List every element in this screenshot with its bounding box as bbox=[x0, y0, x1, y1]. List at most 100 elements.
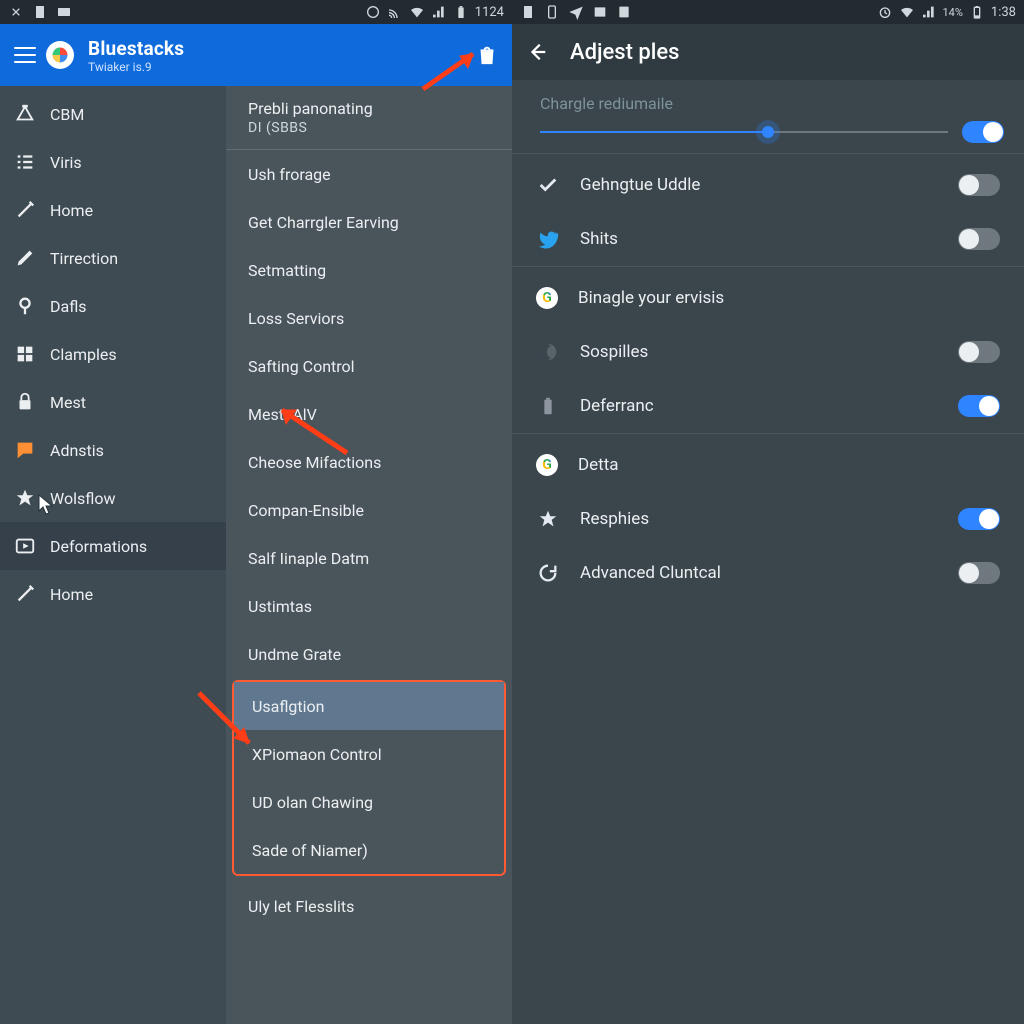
settings-row-sospilles[interactable]: Sospilles bbox=[512, 325, 1024, 379]
sidebar-item-deformations[interactable]: Deformations bbox=[0, 522, 226, 570]
separator bbox=[512, 266, 1024, 267]
play-icon bbox=[14, 535, 36, 557]
menu-item[interactable]: Uly let Flesslits bbox=[226, 882, 512, 930]
sidebar-item-tirrection[interactable]: Tirrection bbox=[0, 234, 226, 282]
status-battery-icon bbox=[453, 4, 469, 20]
status-alarm-icon bbox=[877, 4, 893, 20]
statusbar-right: 14% 1:38 bbox=[512, 0, 1024, 24]
slider-toggle[interactable] bbox=[962, 121, 1004, 143]
status-battery2-icon bbox=[969, 4, 985, 20]
sidebar-item-clamples[interactable]: Clamples bbox=[0, 330, 226, 378]
menu-item[interactable]: UD olan Chawing bbox=[234, 778, 504, 826]
app-subtitle: Twiaker is.9 bbox=[88, 60, 184, 74]
wand-icon bbox=[14, 583, 36, 605]
separator bbox=[512, 153, 1024, 154]
sidebar-item-mest[interactable]: Mest bbox=[0, 378, 226, 426]
toggle[interactable] bbox=[958, 228, 1000, 250]
toggle[interactable] bbox=[958, 341, 1000, 363]
row-label: Advanced Cluntcal bbox=[580, 563, 938, 583]
sidebar-item-home[interactable]: Home bbox=[0, 186, 226, 234]
menu-item[interactable]: Salf Iinaple Datm bbox=[226, 534, 512, 582]
check-icon bbox=[536, 173, 560, 197]
grid-icon bbox=[14, 343, 36, 365]
right-screenshot: 14% 1:38 Adjest ples Chargle rediumaile bbox=[512, 0, 1024, 1024]
back-icon[interactable] bbox=[526, 41, 548, 63]
sidebar-item-label: Home bbox=[50, 201, 93, 220]
cursor-icon bbox=[36, 493, 56, 517]
status-phone-icon bbox=[544, 4, 560, 20]
toggle[interactable] bbox=[958, 508, 1000, 530]
lock-icon bbox=[14, 391, 36, 413]
slider-label: Chargle rediumaile bbox=[540, 94, 1004, 113]
row-label: Binagle your ervisis bbox=[578, 288, 1000, 308]
status-cast-icon bbox=[387, 4, 403, 20]
row-label: Deferranc bbox=[580, 396, 938, 416]
google-icon: G bbox=[536, 287, 558, 309]
sidebar: CBM Viris Home TirrectionDaflsClamplesMest A… bbox=[0, 86, 226, 1024]
menu-header-sub: DI (SBBS bbox=[248, 120, 307, 136]
menu-item[interactable]: Setmatting bbox=[226, 246, 512, 294]
bag-icon[interactable] bbox=[476, 44, 498, 66]
row-label: Resphies bbox=[580, 509, 938, 529]
settings-title: Adjest ples bbox=[570, 40, 679, 65]
settings-row-advanced-cluntcal[interactable]: Advanced Cluntcal bbox=[512, 546, 1024, 600]
menu-item[interactable]: Sade of Niamer) bbox=[234, 826, 504, 874]
brightness-slider[interactable] bbox=[540, 122, 948, 142]
hamburger-icon[interactable] bbox=[14, 47, 36, 63]
menu-item[interactable]: Loss Serviors bbox=[226, 294, 512, 342]
menu-item[interactable]: XPiomaon Control bbox=[234, 730, 504, 778]
star-icon bbox=[14, 487, 36, 509]
menu-highlight-box: UsaflgtionXPiomaon ControlUD olan Chawin… bbox=[232, 680, 506, 876]
sidebar-item-label: Viris bbox=[50, 153, 82, 172]
menu-panel: Prebli panonatingDI (SBBSUsh frorageGet … bbox=[226, 86, 512, 1024]
sidebar-item-cbm[interactable]: CBM bbox=[0, 90, 226, 138]
pen-icon bbox=[14, 247, 36, 269]
menu-item[interactable]: Undme Grate bbox=[226, 630, 512, 678]
status-plane-icon bbox=[568, 4, 584, 20]
chat-icon bbox=[14, 439, 36, 461]
wand-icon bbox=[14, 199, 36, 221]
menu-item[interactable]: Safting Control bbox=[226, 342, 512, 390]
list-icon bbox=[14, 151, 36, 173]
star-icon bbox=[536, 507, 560, 531]
sidebar-item-wolsflow[interactable]: Wolsflow bbox=[0, 474, 226, 522]
menu-item[interactable]: Compan-Ensible bbox=[226, 486, 512, 534]
status-doc-icon bbox=[32, 4, 48, 20]
status-card-icon bbox=[56, 4, 72, 20]
settings-row-resphies[interactable]: Resphies bbox=[512, 492, 1024, 546]
menu-header[interactable]: Prebli panonatingDI (SBBS bbox=[226, 86, 512, 150]
status-img-icon bbox=[592, 4, 608, 20]
settings-row-binagle-your-ervisis[interactable]: G Binagle your ervisis bbox=[512, 271, 1024, 325]
settings-appbar: Adjest ples bbox=[512, 24, 1024, 80]
menu-item[interactable]: Get Charrgler Earving bbox=[226, 198, 512, 246]
row-label: Sospilles bbox=[580, 342, 938, 362]
toggle[interactable] bbox=[958, 562, 1000, 584]
status-time2: 1:38 bbox=[991, 5, 1016, 20]
sidebar-item-label: Wolsflow bbox=[50, 489, 115, 508]
menu-item[interactable]: Ush frorage bbox=[226, 150, 512, 198]
menu-item[interactable]: Ustimtas bbox=[226, 582, 512, 630]
sidebar-item-label: Adnstis bbox=[50, 441, 104, 460]
sidebar-item-label: Deformations bbox=[50, 537, 147, 556]
status-time: 1124 bbox=[475, 5, 504, 20]
toggle[interactable] bbox=[958, 174, 1000, 196]
sidebar-item-viris[interactable]: Viris bbox=[0, 138, 226, 186]
settings-row-gehngtue-uddle[interactable]: Gehngtue Uddle bbox=[512, 158, 1024, 212]
sidebar-item-label: CBM bbox=[50, 105, 84, 124]
status-battery-pct: 14% bbox=[943, 6, 963, 19]
sidebar-item-adnstis[interactable]: Adnstis bbox=[0, 426, 226, 474]
menu-item[interactable]: Usaflgtion bbox=[234, 682, 504, 730]
battery-icon bbox=[536, 394, 560, 418]
menu-item[interactable]: Cheose Mifactions bbox=[226, 438, 512, 486]
toggle[interactable] bbox=[958, 395, 1000, 417]
status-signal-icon bbox=[431, 4, 447, 20]
settings-row-detta[interactable]: GDetta bbox=[512, 438, 1024, 492]
settings-row-deferranc[interactable]: Deferranc bbox=[512, 379, 1024, 433]
menu-item[interactable]: Mest -AlV bbox=[226, 390, 512, 438]
google-icon: G bbox=[536, 454, 558, 476]
settings-row-shits[interactable]: Shits bbox=[512, 212, 1024, 266]
status-wifi2-icon bbox=[899, 4, 915, 20]
sidebar-item-home[interactable]: Home bbox=[0, 570, 226, 618]
sidebar-item-dafls[interactable]: Dafls bbox=[0, 282, 226, 330]
status-sim-icon bbox=[520, 4, 536, 20]
